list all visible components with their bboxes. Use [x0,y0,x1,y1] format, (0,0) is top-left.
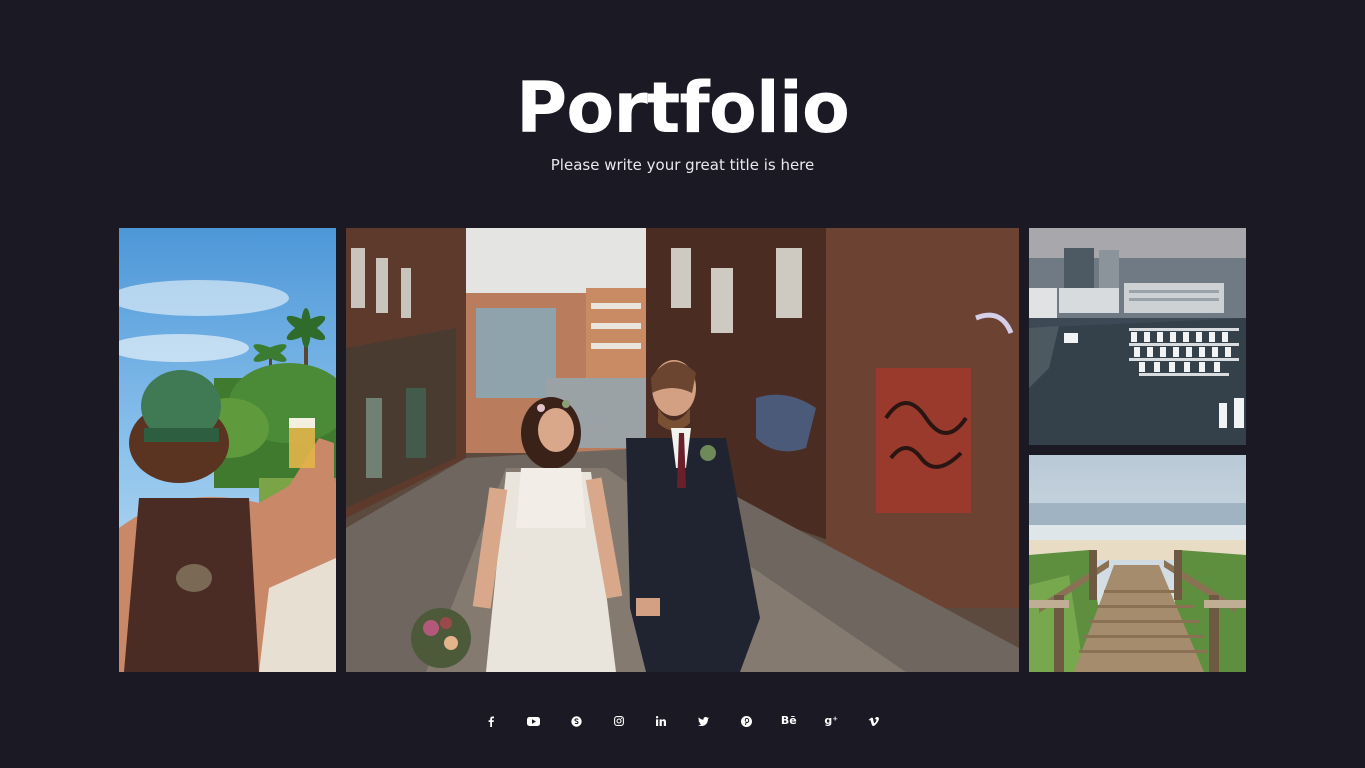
portfolio-page: Portfolio Please write your great title … [0,0,1365,768]
google-plus-icon: g⁺ [824,714,839,727]
linkedin-icon [656,716,667,726]
gallery-image-wedding-couple[interactable] [346,228,1019,672]
instagram-link[interactable] [598,710,641,732]
google-plus-link[interactable]: g⁺ [810,710,853,732]
pinterest-link[interactable] [725,710,768,732]
social-links: Bē g⁺ [0,710,1365,732]
twitter-link[interactable] [683,710,726,732]
twitter-icon [698,716,710,726]
linkedin-link[interactable] [640,710,683,732]
facebook-icon [488,716,495,727]
youtube-link[interactable] [513,710,556,732]
pinterest-icon [740,715,752,727]
youtube-icon [527,716,541,726]
gallery-image-beach-stairs[interactable] [1029,455,1246,672]
behance-icon: Bē [780,714,797,727]
vimeo-link[interactable] [853,710,896,732]
skype-icon [571,715,582,727]
page-title: Portfolio [515,67,850,149]
vimeo-icon [868,716,880,726]
gallery-image-marina[interactable] [1029,228,1246,445]
page-subtitle: Please write your great title is here [550,156,815,174]
instagram-icon [613,716,624,726]
facebook-link[interactable] [470,710,513,732]
gallery-image-beach-man[interactable] [119,228,336,672]
skype-link[interactable] [555,710,598,732]
behance-link[interactable]: Bē [768,710,811,732]
